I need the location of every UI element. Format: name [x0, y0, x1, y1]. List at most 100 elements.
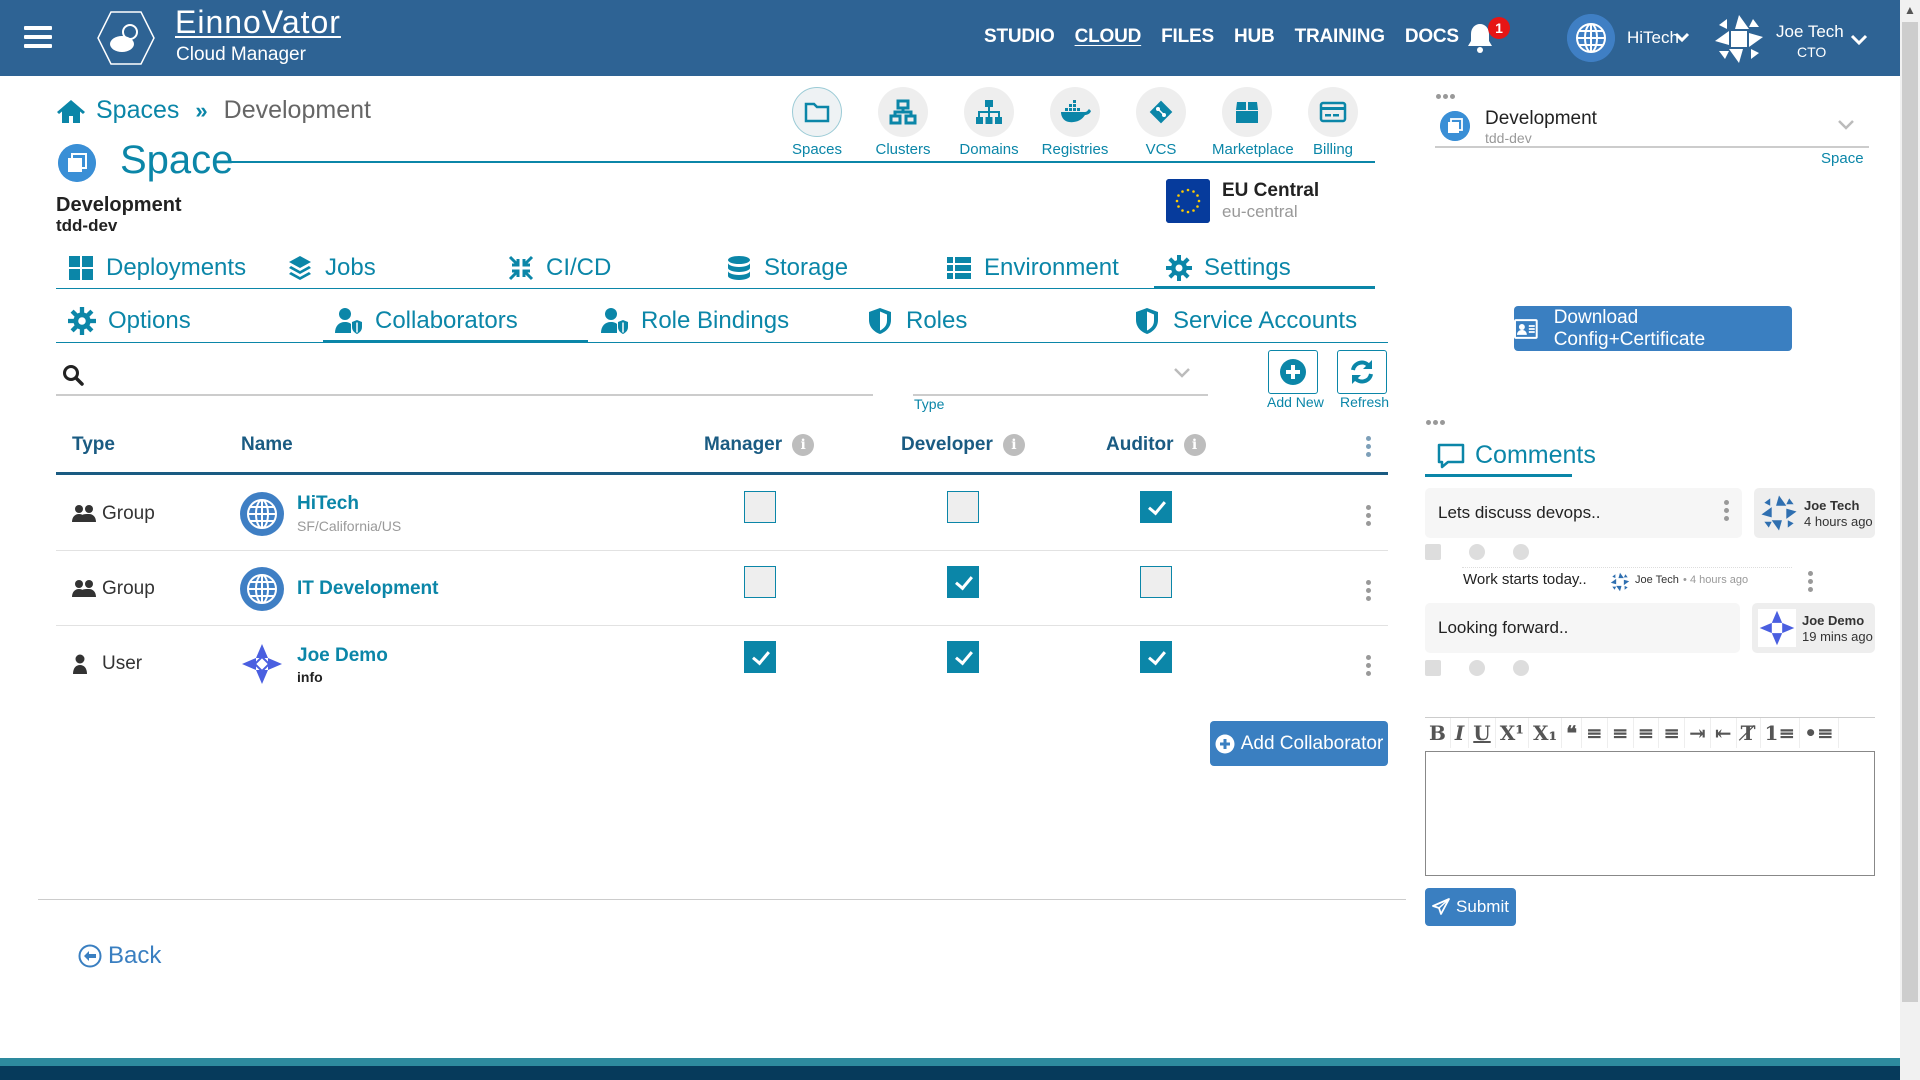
row-name-link[interactable]: HiTech	[297, 493, 359, 515]
shortcut-vcs[interactable]: VCS	[1126, 87, 1196, 158]
breadcrumb-spaces[interactable]: Spaces	[96, 96, 179, 125]
column-header-name[interactable]: Name	[241, 434, 293, 456]
refresh-label[interactable]: Refresh	[1340, 394, 1389, 410]
reply-icon[interactable]	[1425, 544, 1441, 560]
info-icon[interactable]: i	[1183, 434, 1206, 456]
nav-cloud[interactable]: CLOUD	[1075, 26, 1142, 48]
unordered-list-button[interactable]: •≡	[1800, 718, 1839, 748]
table-options-kebab-icon[interactable]	[1364, 436, 1372, 458]
manager-checkbox[interactable]	[744, 491, 776, 523]
upvote-icon[interactable]	[1469, 660, 1485, 676]
nav-training[interactable]: TRAINING	[1295, 26, 1385, 48]
comment-editor[interactable]	[1425, 751, 1875, 876]
manager-checkbox[interactable]	[744, 641, 776, 673]
shortcut-marketplace[interactable]: Marketplace	[1212, 87, 1294, 158]
refresh-button[interactable]	[1337, 350, 1387, 394]
blockquote-button[interactable]: ❝	[1562, 718, 1583, 748]
subscript-button[interactable]: X₁	[1529, 718, 1563, 748]
column-header-manager[interactable]: Manager i	[704, 434, 815, 456]
shortcut-spaces[interactable]: Spaces	[782, 87, 852, 158]
tab-roles[interactable]: Roles	[866, 303, 967, 339]
outdent-button[interactable]: ⇤	[1711, 718, 1737, 748]
tab-options[interactable]: Options	[68, 303, 191, 339]
tab-collaborators[interactable]: Collaborators	[335, 303, 518, 339]
chevron-down-icon[interactable]	[1850, 30, 1868, 48]
nav-files[interactable]: FILES	[1161, 26, 1214, 48]
row-options-kebab-icon[interactable]	[1364, 655, 1372, 677]
chevron-down-icon[interactable]	[1674, 29, 1690, 45]
tab-deployments[interactable]: Deployments	[68, 250, 246, 286]
developer-checkbox[interactable]	[947, 491, 979, 523]
ordered-list-button[interactable]: 1≡	[1761, 718, 1801, 748]
row-name-link[interactable]: IT Development	[297, 578, 438, 600]
scrollbar-thumb[interactable]	[1902, 22, 1918, 1002]
align-left-button[interactable]: ≡	[1608, 718, 1634, 748]
type-select[interactable]	[913, 350, 1208, 396]
user-name[interactable]: Joe Tech	[1776, 22, 1844, 42]
nav-hub[interactable]: HUB	[1234, 26, 1275, 48]
download-config-button[interactable]: Download Config+Certificate	[1514, 306, 1792, 351]
bold-button[interactable]: B	[1425, 718, 1451, 748]
home-icon[interactable]	[56, 98, 86, 124]
indent-button[interactable]: ⇥	[1685, 718, 1711, 748]
developer-checkbox[interactable]	[947, 641, 979, 673]
row-options-kebab-icon[interactable]	[1364, 505, 1372, 527]
info-icon[interactable]: i	[792, 434, 815, 456]
back-link[interactable]: Back	[78, 942, 161, 970]
tab-storage[interactable]: Storage	[726, 250, 848, 286]
column-header-auditor[interactable]: Auditor i	[1106, 434, 1206, 456]
organization-name[interactable]: HiTech	[1627, 28, 1679, 48]
info-icon[interactable]: i	[1002, 434, 1025, 456]
align-center-button[interactable]: ≡	[1659, 718, 1686, 748]
chevron-down-icon[interactable]	[1172, 362, 1192, 382]
add-new-button[interactable]	[1268, 350, 1318, 394]
tab-cicd[interactable]: CI/CD	[508, 250, 611, 286]
reply-author[interactable]: Joe Tech	[1635, 574, 1679, 586]
shortcut-registries[interactable]: Registries	[1040, 87, 1110, 158]
nav-docs[interactable]: DOCS	[1405, 26, 1459, 48]
reply-options-kebab-icon[interactable]	[1806, 571, 1814, 593]
underline-button[interactable]: U	[1469, 718, 1496, 748]
shortcut-clusters[interactable]: Clusters	[868, 87, 938, 158]
superscript-button[interactable]: X¹	[1496, 718, 1529, 748]
add-collaborator-button[interactable]: Add Collaborator	[1210, 721, 1388, 766]
brand-name[interactable]: EinnoVator	[175, 4, 341, 41]
auditor-checkbox[interactable]	[1140, 491, 1172, 523]
row-options-kebab-icon[interactable]	[1364, 580, 1372, 602]
chevron-down-icon[interactable]	[1836, 114, 1856, 134]
upvote-icon[interactable]	[1469, 544, 1485, 560]
nav-studio[interactable]: STUDIO	[984, 26, 1055, 48]
logo-icon[interactable]	[96, 8, 156, 68]
align-right-button[interactable]: ≡	[1582, 718, 1608, 748]
column-header-developer[interactable]: Developer i	[901, 434, 1025, 456]
manager-checkbox[interactable]	[744, 566, 776, 598]
italic-button[interactable]: I	[1451, 718, 1470, 748]
developer-checkbox[interactable]	[947, 566, 979, 598]
organization-avatar[interactable]	[1567, 14, 1615, 62]
clear-format-button[interactable]: T̸	[1737, 718, 1761, 748]
scroll-up-arrow-icon[interactable]: ▲	[1900, 0, 1920, 20]
downvote-icon[interactable]	[1513, 660, 1529, 676]
comment-author-card[interactable]: Joe Demo 19 mins ago	[1752, 603, 1875, 653]
search-input[interactable]	[56, 350, 873, 396]
downvote-icon[interactable]	[1513, 544, 1529, 560]
row-name-link[interactable]: Joe Demo	[297, 645, 388, 667]
comment-author-card[interactable]: Joe Tech 4 hours ago	[1754, 488, 1875, 538]
auditor-checkbox[interactable]	[1140, 566, 1172, 598]
panel-menu-dots-icon[interactable]	[1436, 94, 1455, 99]
comment-options-kebab-icon[interactable]	[1722, 500, 1730, 522]
auditor-checkbox[interactable]	[1140, 641, 1172, 673]
tab-role-bindings[interactable]: Role Bindings	[601, 303, 789, 339]
comments-menu-dots-icon[interactable]	[1426, 420, 1445, 425]
shortcut-billing[interactable]: Billing	[1298, 87, 1368, 158]
align-justify-button[interactable]: ≡	[1634, 718, 1660, 748]
add-new-label[interactable]: Add New	[1267, 394, 1324, 410]
menu-icon[interactable]	[24, 26, 52, 50]
column-header-type[interactable]: Type	[72, 434, 115, 456]
tab-environment[interactable]: Environment	[946, 250, 1119, 286]
user-avatar[interactable]	[1713, 13, 1765, 65]
submit-button[interactable]: Submit	[1425, 888, 1516, 926]
shortcut-domains[interactable]: Domains	[954, 87, 1024, 158]
context-title[interactable]: Development	[1485, 108, 1597, 130]
reply-icon[interactable]	[1425, 660, 1441, 676]
